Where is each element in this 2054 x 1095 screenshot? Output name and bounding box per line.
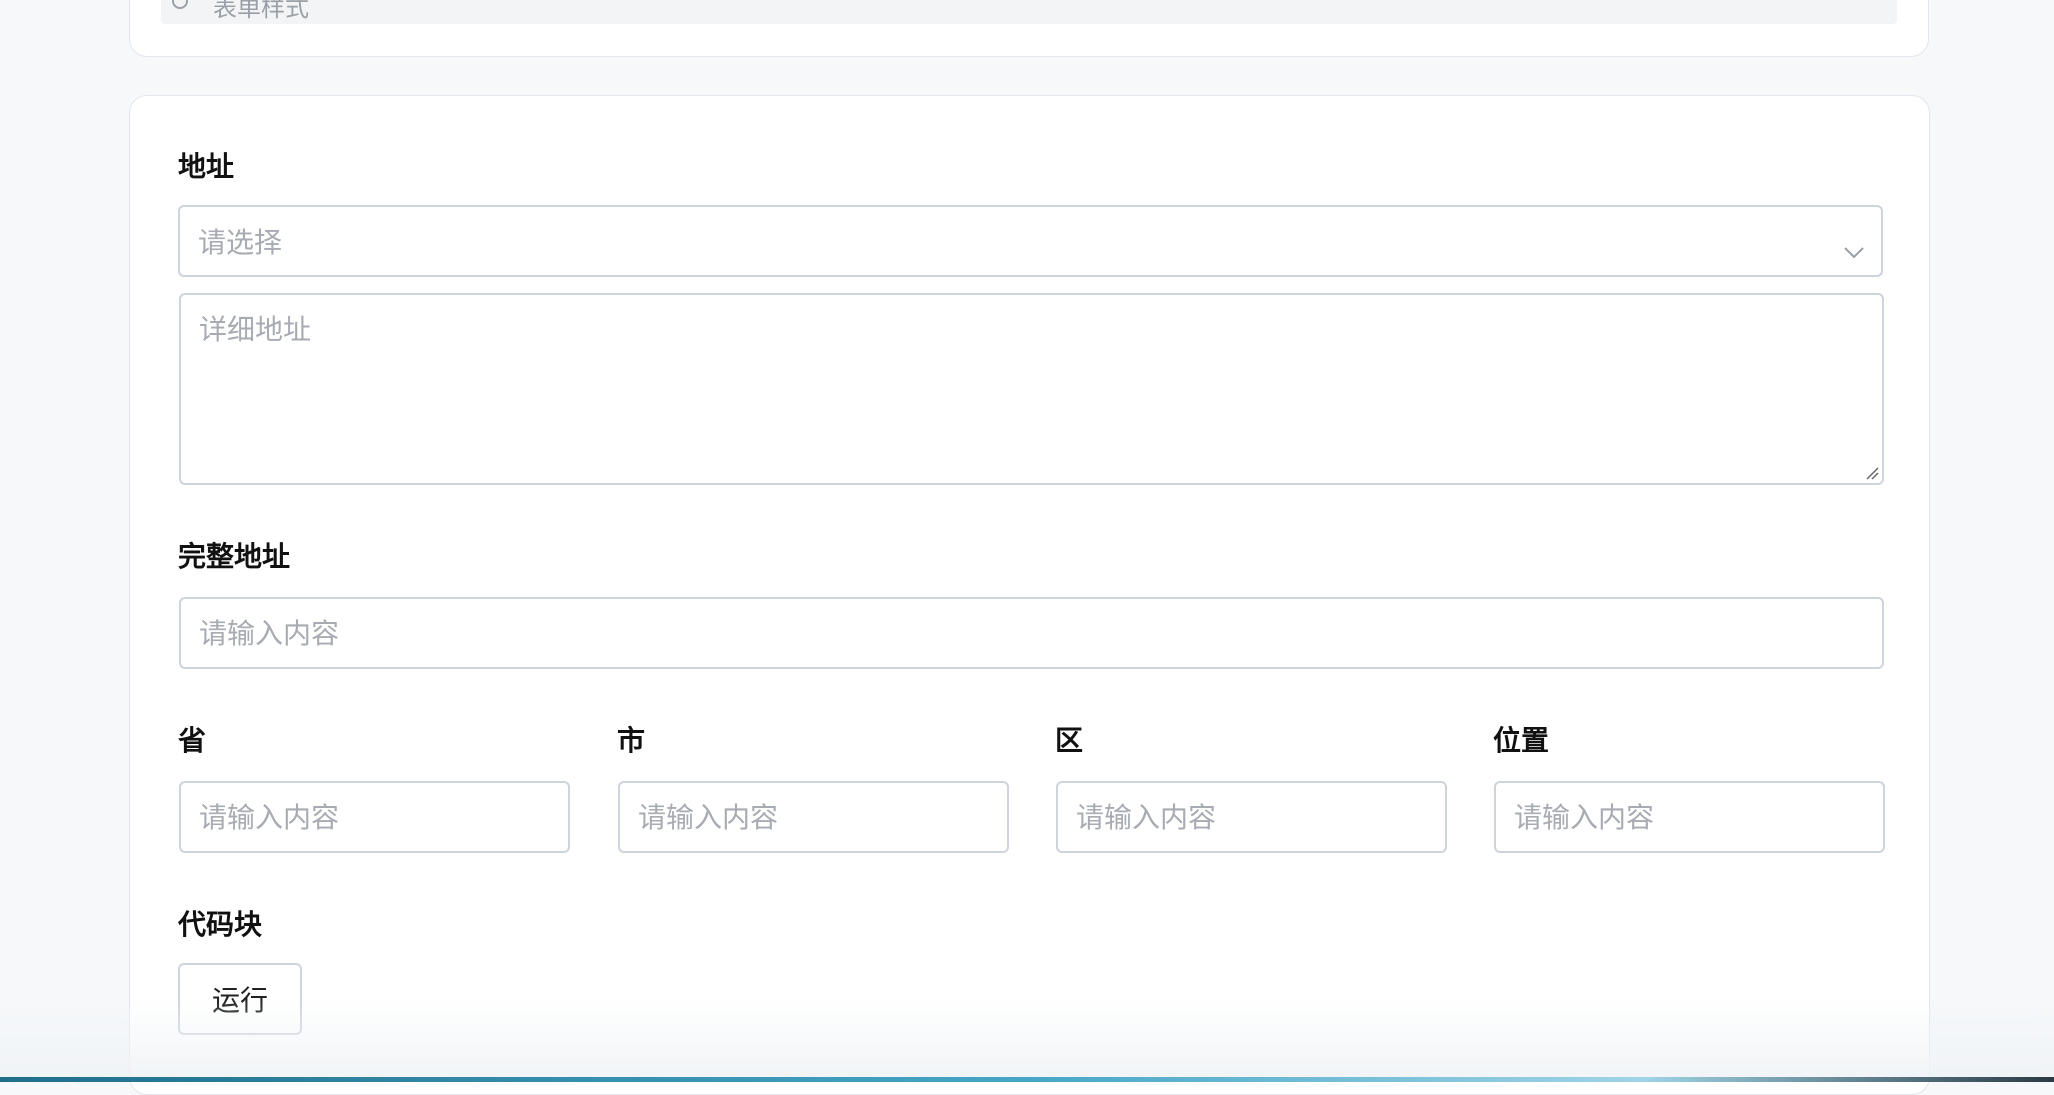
city-input[interactable] [618, 781, 1009, 853]
form-style-label: 表单样式 [213, 0, 309, 22]
address-select[interactable]: 请选择 [178, 205, 1883, 277]
code-block-label: 代码块 [178, 908, 263, 941]
taskbar-strip [0, 1077, 2054, 1082]
district-label: 区 [1055, 724, 1084, 757]
location-input[interactable] [1494, 781, 1885, 853]
form-style-icon [171, 0, 189, 10]
chevron-down-icon [1843, 234, 1865, 259]
district-input[interactable] [1056, 781, 1447, 853]
location-label: 位置 [1493, 724, 1550, 757]
resize-handle-icon[interactable] [1865, 465, 1879, 480]
form-style-banner[interactable]: 表单样式 [161, 0, 1897, 24]
full-address-input[interactable] [179, 597, 1884, 669]
address-select-placeholder: 请选择 [198, 226, 283, 259]
run-button[interactable]: 运行 [178, 963, 302, 1035]
province-label: 省 [178, 724, 207, 757]
full-address-label: 完整地址 [178, 540, 291, 573]
detail-address-textarea[interactable] [179, 293, 1884, 485]
province-input[interactable] [179, 781, 570, 853]
address-label: 地址 [178, 150, 235, 183]
city-label: 市 [617, 724, 646, 757]
